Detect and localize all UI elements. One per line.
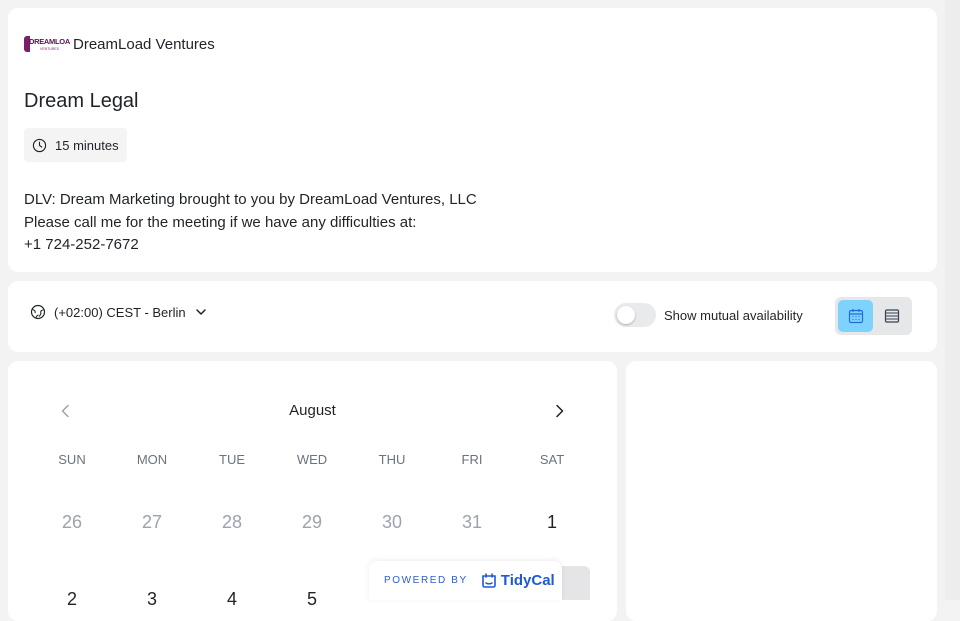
- calendar-day[interactable]: 1: [522, 512, 582, 533]
- weekday-label: MON: [136, 452, 168, 467]
- description-line: DLV: Dream Marketing brought to you by D…: [24, 191, 477, 208]
- weekday-label: FRI: [461, 452, 483, 467]
- month-label: August: [289, 402, 336, 419]
- next-month-button[interactable]: [550, 402, 568, 420]
- event-title: Dream Legal: [24, 90, 139, 112]
- mutual-availability: Show mutual availability: [614, 303, 803, 327]
- badge-shadow: [560, 566, 590, 600]
- weekday-label: TUE: [219, 452, 245, 467]
- mutual-availability-toggle[interactable]: [614, 303, 656, 327]
- event-header-card: DREAMLOA VENTURES DreamLoad Ventures Dre…: [8, 8, 937, 272]
- brand-name: DreamLoad Ventures: [73, 35, 215, 53]
- view-mode-switch: [835, 297, 912, 335]
- tidycal-logo-icon: [481, 572, 496, 588]
- calendar-day: 28: [221, 512, 243, 532]
- page-scrollbar[interactable]: [945, 0, 960, 600]
- weekday-label: WED: [296, 452, 328, 467]
- globe-icon: [30, 304, 46, 320]
- brand: DREAMLOA VENTURES DreamLoad Ventures: [24, 34, 215, 54]
- weekday-label: THU: [378, 452, 406, 467]
- list-icon: [884, 309, 899, 323]
- description-line: Please call me for the meeting if we hav…: [24, 213, 417, 231]
- list-view-button[interactable]: [874, 300, 909, 332]
- calendar-view-button[interactable]: [838, 300, 873, 332]
- month-navigation: August: [8, 399, 617, 423]
- calendar-day: 29: [301, 512, 323, 532]
- calendar-icon: [848, 309, 863, 324]
- powered-by-badge[interactable]: POWERED BY TidyCal: [369, 561, 562, 600]
- calendar-day: 31: [461, 512, 483, 532]
- clock-icon: [32, 138, 47, 152]
- duration-label: 15 minutes: [55, 137, 119, 153]
- tidycal-name: TidyCal: [500, 572, 555, 589]
- calendar-day: 30: [381, 512, 403, 532]
- time-slots-panel: [626, 361, 937, 621]
- toggle-knob: [617, 306, 635, 324]
- calendar-day: 26: [61, 512, 83, 532]
- event-description: DLV: Dream Marketing brought to you by D…: [24, 189, 477, 257]
- description-phone: +1 724-252-7672: [24, 236, 139, 253]
- mutual-availability-label: Show mutual availability: [664, 307, 803, 323]
- timezone-selector[interactable]: (+02:00) CEST - Berlin: [30, 304, 208, 320]
- brand-logo: DREAMLOA VENTURES: [24, 34, 70, 54]
- calendar-day: 27: [141, 512, 163, 532]
- weekday-label: SAT: [539, 452, 565, 467]
- booking-controls: (+02:00) CEST - Berlin Show mutual avail…: [8, 281, 937, 352]
- powered-by-label: POWERED BY: [384, 575, 468, 586]
- duration-badge: 15 minutes: [24, 128, 127, 162]
- chevron-down-icon: [195, 309, 206, 315]
- timezone-label: (+02:00) CEST - Berlin: [54, 304, 186, 320]
- weekday-label: SUN: [58, 452, 86, 467]
